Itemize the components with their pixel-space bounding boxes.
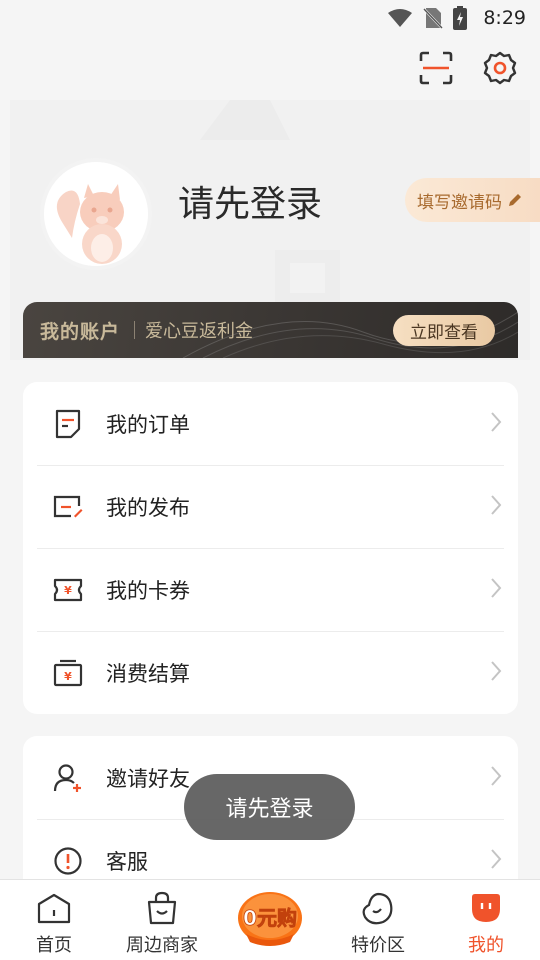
settings-button[interactable] bbox=[482, 48, 518, 88]
nav-label: 特价区 bbox=[351, 935, 405, 956]
menu-label: 邀请好友 bbox=[106, 766, 190, 791]
view-now-button[interactable]: 立即查看 bbox=[393, 315, 495, 346]
chevron-right-icon bbox=[490, 577, 502, 603]
menu-label: 我的订单 bbox=[106, 412, 190, 437]
zero-yuan-text: 0元购 bbox=[243, 906, 297, 930]
account-subtitle: 爱心豆返利金 bbox=[145, 321, 254, 342]
order-icon bbox=[52, 408, 84, 440]
no-sim-icon bbox=[423, 7, 444, 29]
chevron-right-icon bbox=[490, 765, 502, 791]
wifi-icon bbox=[387, 8, 413, 28]
svg-text:¥: ¥ bbox=[64, 670, 72, 683]
publish-icon bbox=[52, 491, 84, 523]
login-prompt-title[interactable]: 请先登录 bbox=[178, 175, 322, 227]
pencil-icon bbox=[509, 194, 521, 206]
menu-item-coupons[interactable]: ¥ 我的卡券 bbox=[23, 548, 518, 631]
menu-label: 消费结算 bbox=[106, 661, 190, 686]
chevron-right-icon bbox=[490, 494, 502, 520]
menu-label: 我的卡券 bbox=[106, 578, 190, 603]
avatar[interactable] bbox=[40, 158, 152, 270]
menu-item-orders[interactable]: 我的订单 bbox=[23, 382, 518, 465]
menu-label: 客服 bbox=[106, 849, 148, 874]
menu-label: 我的发布 bbox=[106, 495, 190, 520]
nav-item-zero-yuan[interactable]: 0元购 bbox=[216, 880, 324, 960]
coupon-icon: ¥ bbox=[52, 574, 84, 606]
status-time: 8:29 bbox=[483, 7, 526, 29]
toast-message: 请先登录 bbox=[184, 774, 355, 840]
nav-label: 首页 bbox=[36, 935, 72, 956]
account-title: 我的账户 bbox=[40, 320, 121, 343]
nav-label: 我的 bbox=[468, 935, 504, 956]
battery-icon bbox=[453, 6, 468, 30]
nav-item-special-offers[interactable]: 特价区 bbox=[324, 880, 432, 960]
nav-item-home[interactable]: 首页 bbox=[0, 880, 108, 960]
account-banner: 我的账户 爱心豆返利金 立即查看 bbox=[23, 302, 518, 358]
divider bbox=[134, 321, 136, 339]
invite-code-button[interactable]: 填写邀请码 bbox=[405, 178, 540, 222]
scan-icon bbox=[419, 51, 453, 85]
top-actions bbox=[418, 48, 518, 88]
svg-text:¥: ¥ bbox=[64, 584, 72, 597]
chevron-right-icon bbox=[490, 411, 502, 437]
zero-yuan-badge: 0元购 bbox=[238, 892, 302, 946]
shopping-bag-icon bbox=[145, 890, 179, 926]
chevron-right-icon bbox=[490, 848, 502, 874]
menu-item-settlement[interactable]: ¥ 消费结算 bbox=[23, 631, 518, 714]
bean-icon bbox=[361, 890, 395, 926]
bottom-nav: 首页 周边商家 0元购 特价区 我的 bbox=[0, 879, 540, 960]
scan-button[interactable] bbox=[418, 48, 454, 88]
nav-label: 周边商家 bbox=[126, 935, 198, 956]
menu-item-publish[interactable]: 我的发布 bbox=[23, 465, 518, 548]
settlement-icon: ¥ bbox=[52, 657, 84, 689]
nav-item-mine[interactable]: 我的 bbox=[432, 880, 540, 960]
invite-friend-icon bbox=[52, 762, 84, 794]
gear-icon bbox=[483, 51, 517, 85]
customer-service-icon bbox=[52, 845, 84, 877]
squirrel-avatar-icon bbox=[44, 162, 148, 266]
status-bar: 8:29 bbox=[0, 0, 540, 36]
menu-card-primary: 我的订单 我的发布 ¥ 我的卡券 ¥ 消费结算 bbox=[23, 382, 518, 714]
invite-code-label: 填写邀请码 bbox=[417, 192, 502, 213]
home-icon bbox=[36, 890, 72, 926]
nav-item-nearby-merchants[interactable]: 周边商家 bbox=[108, 880, 216, 960]
profile-icon bbox=[469, 890, 503, 926]
chevron-right-icon bbox=[490, 660, 502, 686]
